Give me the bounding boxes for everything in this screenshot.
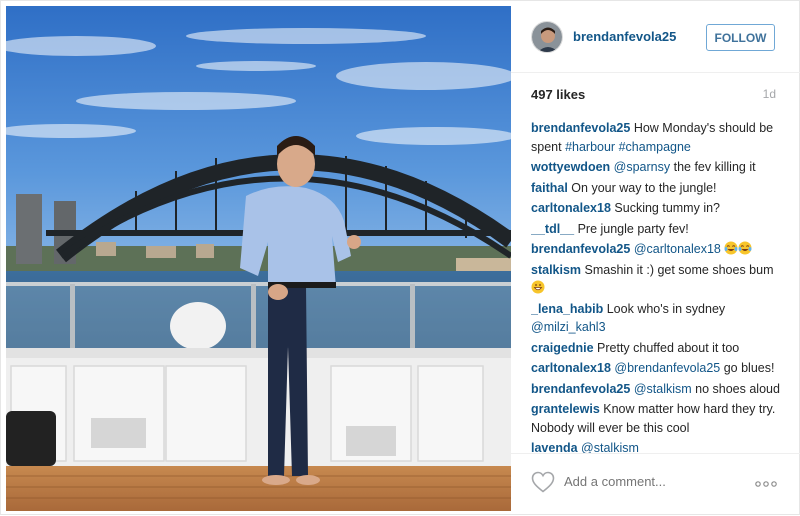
post-header: brendanfevola25 FOLLOW <box>511 1 800 73</box>
comment-text: On your way to the jungle! <box>571 180 717 195</box>
comment-username[interactable]: stalkism <box>531 263 581 277</box>
comment-username[interactable]: grantelewis <box>531 402 600 416</box>
heart-outline-icon[interactable] <box>531 471 555 493</box>
mention-link[interactable]: @milzi_kahl3 <box>531 320 606 334</box>
hashtag-link[interactable]: #champagne <box>619 140 691 154</box>
comment-item: stalkism Smashin it :) get some shoes bu… <box>531 261 789 298</box>
grin-emoji-icon <box>531 280 545 295</box>
comment-username[interactable]: brendanfevola25 <box>531 121 630 135</box>
comment-item: brendanfevola25 How Monday's should be s… <box>531 119 789 156</box>
comment-text: go blues! <box>720 361 775 375</box>
post-username[interactable]: brendanfevola25 <box>573 29 676 44</box>
hashtag-link[interactable]: #harbour <box>565 140 615 154</box>
ellipsis-icon[interactable] <box>755 481 777 487</box>
laughing-tears-emoji-icon <box>724 241 738 256</box>
comment-username[interactable]: __tdl__ <box>531 222 574 236</box>
photo-illustration <box>6 6 511 511</box>
likes-count[interactable]: 497 likes <box>531 87 585 102</box>
comment-item: grantelewis Know matter how hard they tr… <box>531 400 789 437</box>
comment-item: brendanfevola25 @carltonalex18 <box>531 240 789 259</box>
laughing-tears-emoji-icon <box>738 241 752 256</box>
comment-username[interactable]: faithal <box>531 181 568 195</box>
comment-username[interactable]: carltonalex18 <box>531 201 611 215</box>
comment-username[interactable]: brendanfevola25 <box>531 382 630 396</box>
comment-username[interactable]: _lena_habib <box>531 302 603 316</box>
comment-username[interactable]: brendanfevola25 <box>531 242 630 256</box>
avatar[interactable] <box>531 21 563 53</box>
comment-item: craigednie Pretty chuffed about it too <box>531 339 789 358</box>
mention-link[interactable]: @carltonalex18 <box>634 242 721 256</box>
comment-username[interactable]: carltonalex18 <box>531 361 611 375</box>
comment-item: carltonalex18 @brendanfevola25 go blues! <box>531 359 789 378</box>
add-comment-input[interactable] <box>564 474 734 489</box>
comment-text: Look who's in sydney <box>606 301 726 316</box>
comment-text: Pretty chuffed about it too <box>597 340 740 355</box>
comments-list[interactable]: brendanfevola25 How Monday's should be s… <box>531 119 789 455</box>
comment-text: no shoes aloud <box>691 381 780 396</box>
comment-username[interactable]: wottyewdoen <box>531 160 610 174</box>
comment-text: Sucking tummy in? <box>614 201 721 215</box>
comment-text: Pre jungle party fev! <box>577 221 689 236</box>
comment-text: the fev killing it <box>670 160 756 174</box>
comment-bar <box>511 453 800 516</box>
post-side-panel: brendanfevola25 FOLLOW 497 likes 1d bren… <box>511 1 800 516</box>
mention-link[interactable]: @brendanfevola25 <box>614 361 720 375</box>
mention-link[interactable]: @stalkism <box>634 382 692 396</box>
comment-item: _lena_habib Look who's in sydney @milzi_… <box>531 300 789 337</box>
post-photo[interactable] <box>6 6 511 511</box>
comment-item: faithal On your way to the jungle! <box>531 179 789 198</box>
follow-button[interactable]: FOLLOW <box>706 24 775 51</box>
mention-link[interactable]: @sparnsy <box>614 160 670 174</box>
post-meta: 497 likes 1d <box>531 87 776 103</box>
comment-item: carltonalex18 Sucking tummy in? <box>531 199 789 218</box>
post-time[interactable]: 1d <box>763 87 776 101</box>
comment-text: Smashin it :) get some shoes bum <box>584 262 774 277</box>
comment-username[interactable]: craigednie <box>531 341 594 355</box>
post-modal: brendanfevola25 FOLLOW 497 likes 1d bren… <box>0 0 800 515</box>
comment-item: wottyewdoen @sparnsy the fev killing it <box>531 158 789 177</box>
comment-item: brendanfevola25 @stalkism no shoes aloud <box>531 380 789 399</box>
avatar-image <box>532 22 562 52</box>
comment-item: __tdl__ Pre jungle party fev! <box>531 220 789 239</box>
